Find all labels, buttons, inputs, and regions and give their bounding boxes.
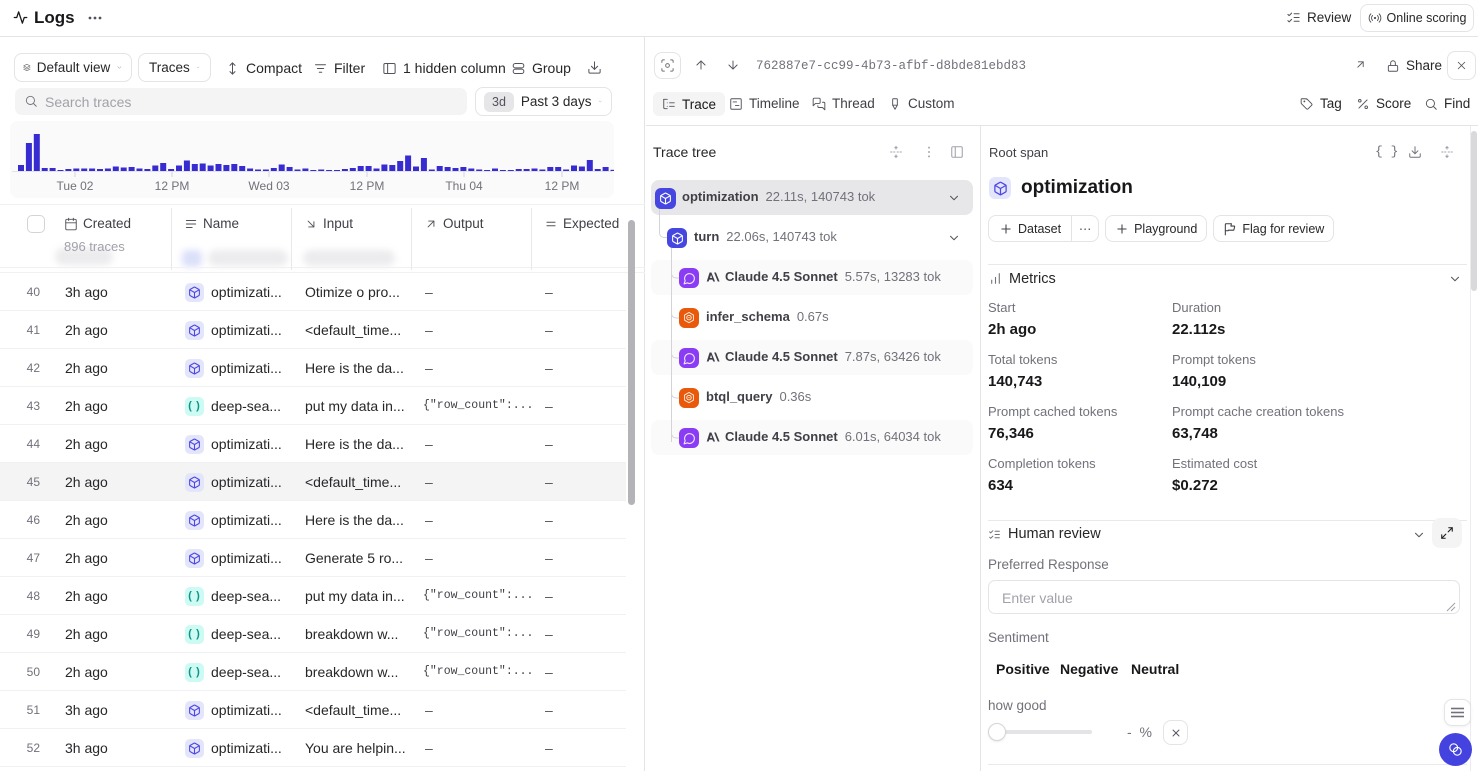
svg-text:12 PM: 12 PM [545, 179, 580, 193]
svg-text:12 PM: 12 PM [155, 179, 190, 193]
svg-text:Thu 04: Thu 04 [445, 179, 483, 193]
svg-text:Wed 03: Wed 03 [248, 179, 289, 193]
svg-text:12 PM: 12 PM [350, 179, 385, 193]
svg-text:Tue 02: Tue 02 [57, 179, 94, 193]
